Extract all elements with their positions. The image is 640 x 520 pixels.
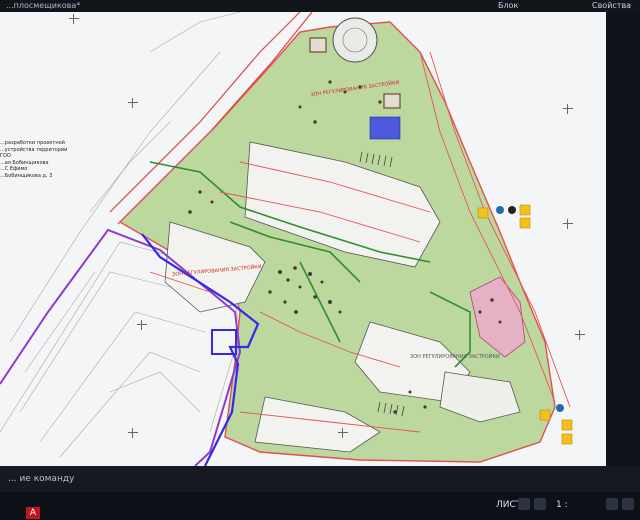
grid-icon[interactable]	[518, 498, 530, 510]
app-title-bar: ...плосмещикова* Блок Свойства	[0, 0, 640, 12]
snap-icon[interactable]	[534, 498, 546, 510]
right-panel-edge	[606, 12, 640, 466]
note-line: ...Бобинщикова д. 3	[0, 172, 53, 179]
command-line[interactable]: ... ие команду	[0, 466, 640, 492]
drawing-canvas[interactable]: ЗОН РЕГУЛИРОВАНИЯ ЗАСТРОЙКИ ЗОН РЕГУЛИРО…	[0, 12, 606, 466]
settings-icon[interactable]	[606, 498, 618, 510]
crosshair-marker	[338, 428, 348, 438]
crosshair-marker	[69, 14, 79, 24]
crosshair-marker	[563, 104, 573, 114]
block-menu[interactable]: Блок	[498, 0, 518, 12]
document-tab-title[interactable]: ...плосмещикова*	[6, 0, 80, 12]
crosshair-marker	[128, 98, 138, 108]
app-logo-icon: A	[26, 507, 40, 519]
menu-icon[interactable]	[622, 498, 634, 510]
zone-label-bottom: ЗОН РЕГУЛИРОВАНИЯ ЗАСТРОЙКИ	[410, 354, 500, 360]
crosshair-marker	[128, 428, 138, 438]
annotation-scale[interactable]: 1 :	[556, 500, 568, 510]
crosshair-marker	[137, 320, 147, 330]
drawing-note: ...разработки проектной ...устройства те…	[0, 140, 78, 179]
crosshair-marker	[563, 219, 573, 229]
command-prompt[interactable]: ... ие команду	[8, 474, 74, 484]
site-plan-drawing	[0, 12, 573, 466]
crosshair-marker	[575, 330, 585, 340]
properties-menu[interactable]: Свойства	[592, 0, 631, 12]
status-bar: ЛИСТ 1 :	[0, 492, 640, 520]
note-line: ...устройства территории ГОО	[0, 146, 68, 160]
